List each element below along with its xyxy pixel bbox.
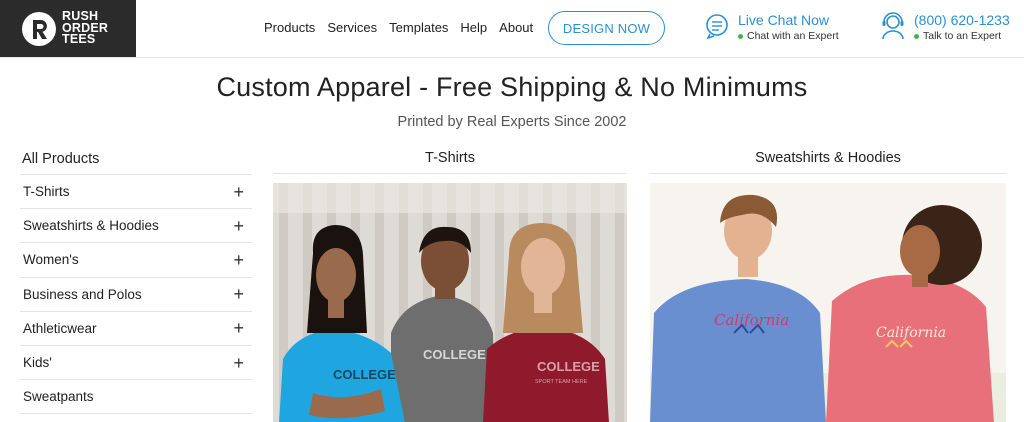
brand-wordmark: RUSH ORDER TEES: [62, 9, 109, 47]
page-subtitle: Printed by Real Experts Since 2002: [397, 114, 627, 130]
sidebar-item-label: Sweatpants: [23, 389, 94, 405]
category-tshirts[interactable]: T-Shirts COLLEGE COLLEGE COLLEGE SPORT T…: [273, 148, 627, 422]
expand-plus-icon[interactable]: +: [233, 285, 244, 303]
category-sweatshirts-hoodies[interactable]: Sweatshirts & Hoodies California Califor…: [650, 148, 1006, 422]
online-dot: [914, 33, 919, 39]
sidebar-item-label: Kids': [23, 355, 52, 371]
nav-help[interactable]: Help: [460, 20, 487, 36]
live-chat-link[interactable]: Live Chat Now Chat with an Expert: [704, 12, 839, 43]
college-print-gray: COLLEGE: [423, 347, 486, 362]
main-nav: Products Services Templates Help About: [264, 20, 545, 36]
expand-plus-icon[interactable]: +: [233, 354, 244, 372]
expand-plus-icon[interactable]: +: [233, 319, 244, 337]
sidebar-heading[interactable]: All Products: [20, 148, 252, 175]
sidebar-item-label: Sweatshirts & Hoodies: [23, 218, 159, 234]
nav-services[interactable]: Services: [327, 20, 377, 36]
sidebar-item-label: T-Shirts: [23, 184, 70, 200]
sidebar-item-tshirts[interactable]: T-Shirts +: [20, 175, 252, 210]
sidebar-item-sweatpants[interactable]: Sweatpants: [20, 380, 252, 415]
california-print-blue: California: [714, 311, 789, 329]
expand-plus-icon[interactable]: +: [233, 251, 244, 269]
phone-link[interactable]: (800) 620-1233 Talk to an Expert: [880, 12, 1010, 43]
category-title[interactable]: Sweatshirts & Hoodies: [650, 148, 1006, 174]
sidebar-item-womens[interactable]: Women's +: [20, 243, 252, 278]
phone-subtitle: Talk to an Expert: [923, 30, 1002, 42]
sweatshirts-photo[interactable]: California California: [650, 183, 1006, 422]
sidebar-item-kids[interactable]: Kids' +: [20, 346, 252, 381]
college-print-subtext: SPORT TEAM HERE: [535, 379, 588, 385]
sidebar-item-sweatshirts[interactable]: Sweatshirts & Hoodies +: [20, 209, 252, 244]
page-title: Custom Apparel - Free Shipping & No Mini…: [216, 72, 808, 102]
sidebar-item-business-polos[interactable]: Business and Polos +: [20, 278, 252, 312]
chat-bubble-icon: [706, 14, 728, 40]
phone-number: (800) 620-1233: [914, 12, 1010, 28]
tshirts-photo[interactable]: COLLEGE COLLEGE COLLEGE SPORT TEAM HERE: [273, 183, 627, 422]
nav-products[interactable]: Products: [264, 20, 315, 36]
sidebar-item-athleticwear[interactable]: Athleticwear +: [20, 312, 252, 346]
sidebar-item-label: Business and Polos: [23, 286, 142, 302]
expand-plus-icon[interactable]: +: [233, 183, 244, 201]
site-header: RUSH ORDER TEES Products Services Templa…: [0, 0, 1024, 58]
expand-plus-icon[interactable]: +: [233, 217, 244, 235]
online-dot: [738, 33, 743, 39]
live-chat-title: Live Chat Now: [738, 12, 830, 28]
college-print-cyan: COLLEGE: [333, 367, 396, 382]
product-sidebar: All Products T-Shirts + Sweatshirts & Ho…: [20, 148, 252, 415]
logo-r-icon: [22, 11, 56, 46]
nav-templates[interactable]: Templates: [389, 20, 448, 36]
live-chat-subtitle: Chat with an Expert: [747, 30, 839, 42]
design-now-button[interactable]: DESIGN NOW: [548, 11, 665, 45]
brand-logo[interactable]: RUSH ORDER TEES: [0, 0, 136, 57]
nav-about[interactable]: About: [499, 20, 533, 36]
college-print-maroon: COLLEGE: [537, 359, 600, 374]
support-agent-icon: [882, 12, 904, 40]
sidebar-item-label: Athleticwear: [23, 320, 97, 336]
sidebar-item-label: Women's: [23, 252, 79, 268]
category-title[interactable]: T-Shirts: [273, 148, 627, 174]
california-print-coral: California: [876, 325, 946, 341]
